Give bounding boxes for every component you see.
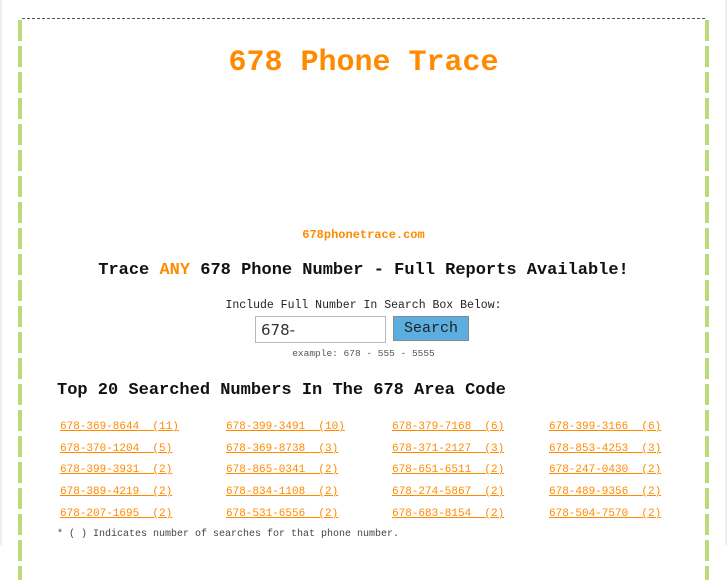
phone-number-link[interactable]: 678-399-3166 (6) — [549, 421, 661, 433]
frame-top-border — [22, 18, 705, 19]
phone-search-input[interactable] — [255, 316, 386, 343]
phone-number-link[interactable]: 678-370-1204 (5) — [60, 443, 172, 455]
footnote: * ( ) Indicates number of searches for t… — [57, 529, 400, 540]
tagline-suffix: 678 Phone Number - Full Reports Availabl… — [190, 261, 629, 280]
tagline-prefix: Trace — [98, 261, 160, 280]
phone-number-link[interactable]: 678-389-4219 (2) — [60, 486, 172, 498]
tagline-highlight: ANY — [159, 261, 191, 280]
tagline: Trace ANY 678 Phone Number - Full Report… — [0, 261, 727, 280]
search-instruction: Include Full Number In Search Box Below: — [225, 299, 502, 312]
phone-number-link[interactable]: 678-683-8154 (2) — [392, 508, 504, 520]
phone-number-link[interactable]: 678-399-3491 (10) — [226, 421, 345, 433]
phone-number-link[interactable]: 678-853-4253 (3) — [549, 443, 661, 455]
top-numbers-heading: Top 20 Searched Numbers In The 678 Area … — [57, 381, 506, 400]
phone-number-link[interactable]: 678-504-7570 (2) — [549, 508, 661, 520]
phone-number-link[interactable]: 678-834-1108 (2) — [226, 486, 338, 498]
phone-number-link[interactable]: 678-371-2127 (3) — [392, 443, 504, 455]
search-example: example: 678 - 555 - 5555 — [292, 348, 435, 359]
phone-number-link[interactable]: 678-369-8644 (11) — [60, 421, 179, 433]
phone-number-link[interactable]: 678-369-8738 (3) — [226, 443, 338, 455]
phone-number-link[interactable]: 678-379-7168 (6) — [392, 421, 504, 433]
phone-number-link[interactable]: 678-489-9356 (2) — [549, 486, 661, 498]
page-title: 678 Phone Trace — [228, 46, 499, 80]
phone-number-link[interactable]: 678-651-6511 (2) — [392, 464, 504, 476]
phone-number-link[interactable]: 678-247-0430 (2) — [549, 464, 661, 476]
phone-number-link[interactable]: 678-207-1695 (2) — [60, 508, 172, 520]
phone-number-link[interactable]: 678-274-5867 (2) — [392, 486, 504, 498]
phone-number-link[interactable]: 678-399-3931 (2) — [60, 464, 172, 476]
search-button[interactable]: Search — [393, 316, 469, 341]
site-domain: 678phonetrace.com — [302, 228, 425, 242]
phone-number-link[interactable]: 678-865-0341 (2) — [226, 464, 338, 476]
phone-number-link[interactable]: 678-531-6556 (2) — [226, 508, 338, 520]
